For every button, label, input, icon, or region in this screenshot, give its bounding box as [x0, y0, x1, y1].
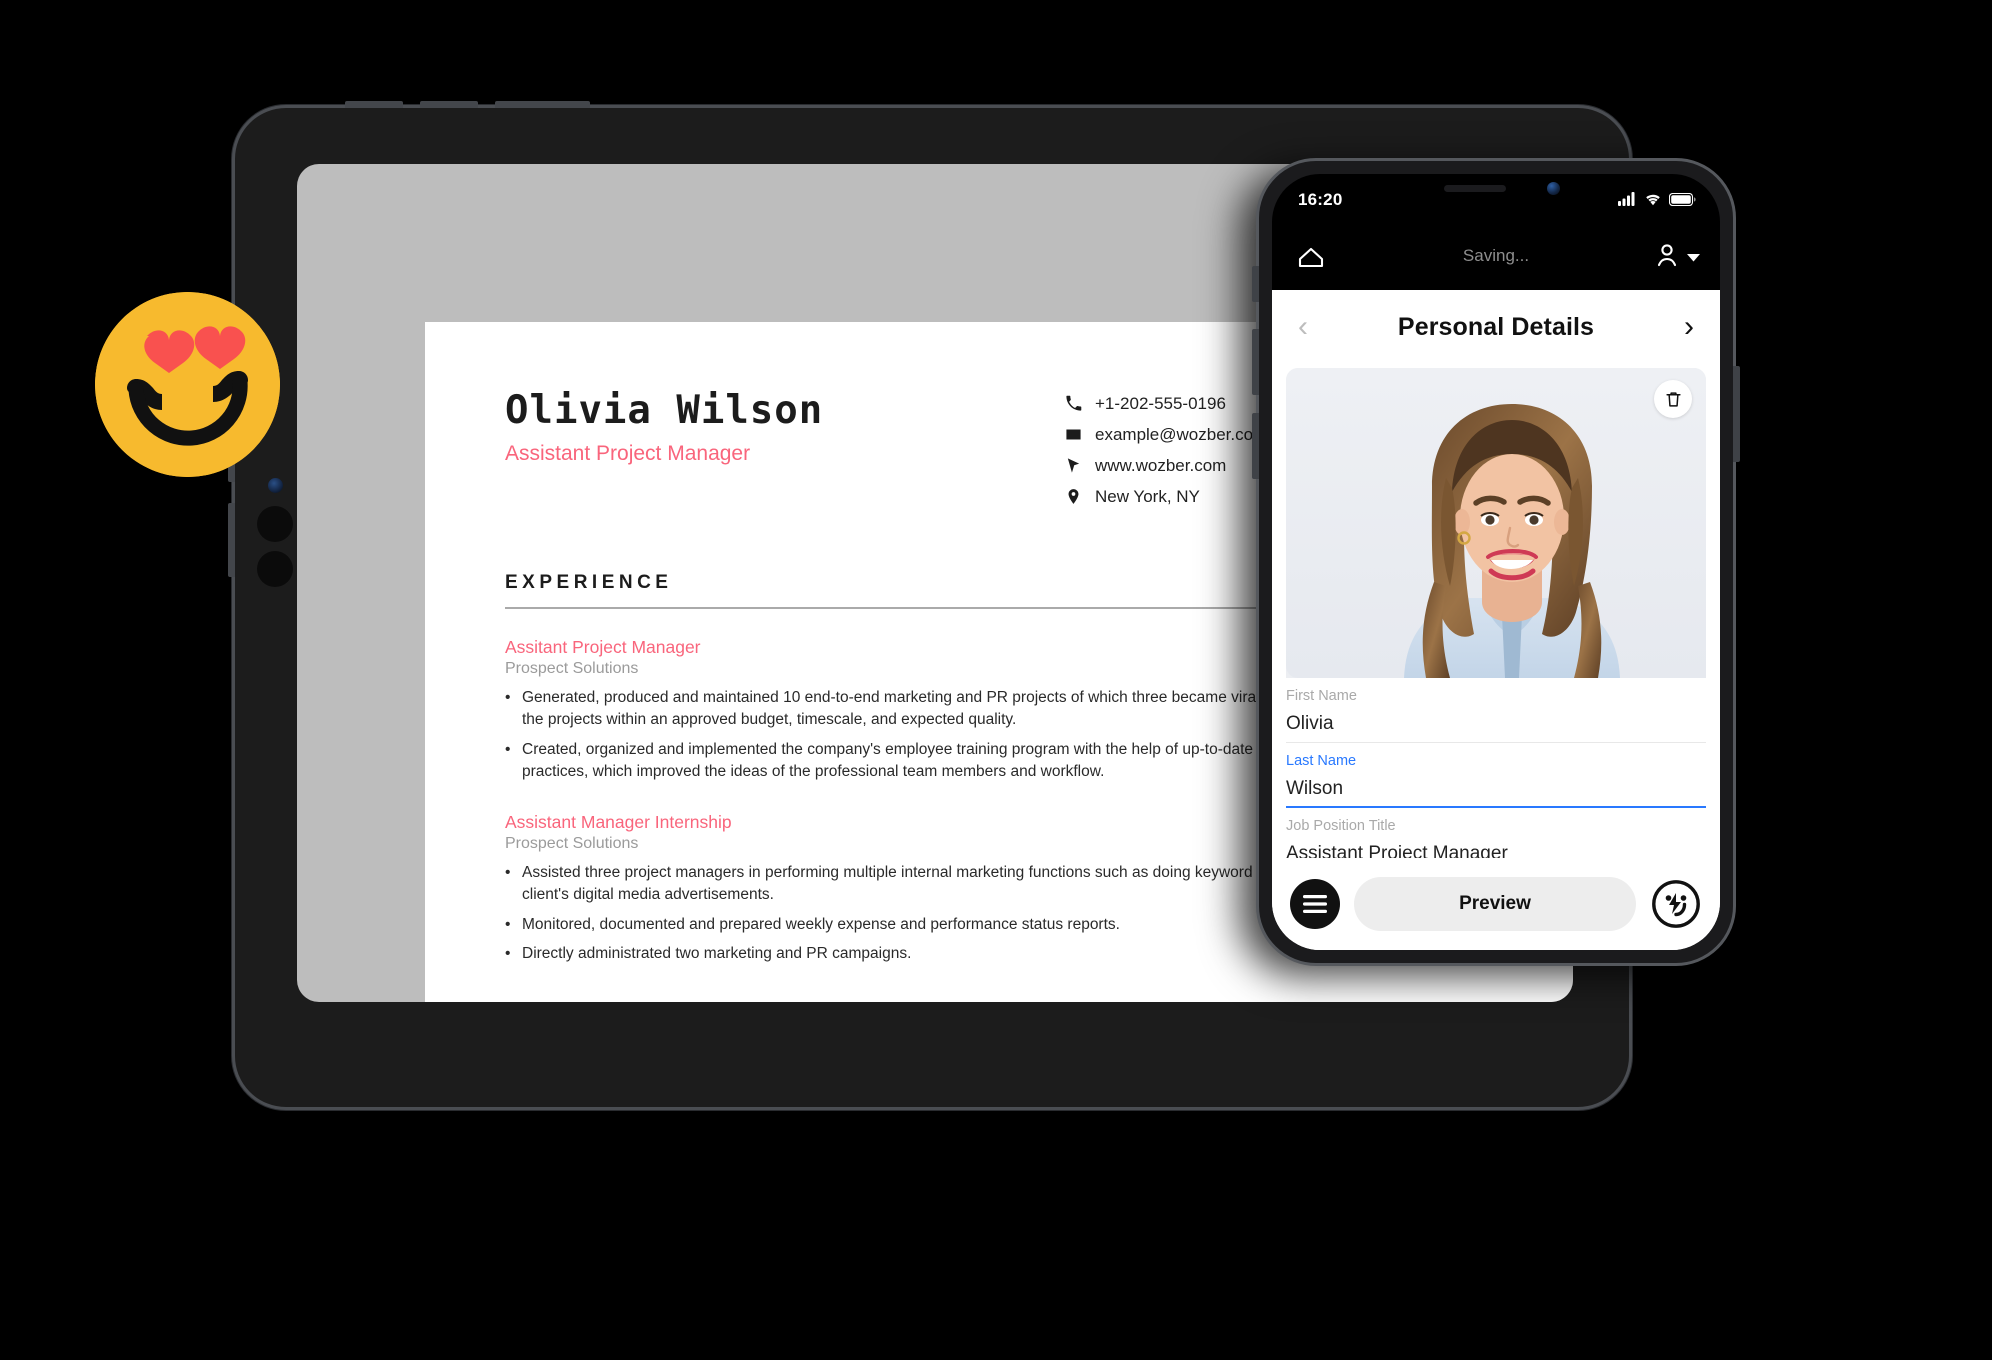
profile-photo-card[interactable]	[1286, 368, 1706, 678]
chevron-right-icon[interactable]: ›	[1684, 312, 1694, 342]
first-name-label: First Name	[1286, 688, 1357, 704]
saving-status-text: Saving...	[1462, 246, 1530, 265]
bullet-text: Generated, produced and maintained 10 en…	[522, 689, 1363, 729]
tablet-bezel-dot-2	[257, 551, 293, 587]
chevron-left-icon[interactable]: ‹	[1298, 312, 1308, 342]
hamburger-menu-icon[interactable]	[1290, 879, 1340, 929]
heart-eyes-smiley-icon	[95, 292, 280, 477]
last-name-value[interactable]: Wilson	[1286, 778, 1706, 800]
tablet-volume-down-button[interactable]	[228, 503, 235, 577]
first-name-value[interactable]: Olivia	[1286, 713, 1706, 735]
last-name-field[interactable]: Last Name Wilson	[1286, 743, 1706, 808]
smiley-lightning-icon[interactable]	[1650, 878, 1702, 930]
contact-email-value: example@wozber.com	[1095, 424, 1268, 444]
bullet-dot-icon: •	[505, 740, 511, 758]
contact-row-email: example@wozber.com	[1065, 421, 1267, 448]
bullet-dot-icon: •	[505, 945, 511, 963]
cellular-signal-icon	[1618, 192, 1637, 211]
first-name-field[interactable]: First Name Olivia	[1286, 678, 1706, 743]
bullet-text: Created, organized and implemented the c…	[522, 740, 1347, 781]
tablet-top-button-2[interactable]	[420, 101, 478, 108]
bottom-action-bar: Preview	[1272, 858, 1720, 950]
resume-name: Olivia Wilson	[505, 388, 824, 433]
page-header: ‹ Personal Details ›	[1272, 290, 1720, 364]
screenshot-stage: Olivia Wilson Assistant Project Manager …	[0, 0, 1992, 1360]
status-icons	[1618, 192, 1696, 211]
job-position-title-label: Job Position Title	[1286, 818, 1396, 834]
contact-row-phone: +1-202-555-0196	[1065, 390, 1267, 417]
person-icon	[1654, 241, 1680, 274]
phone-icon	[1065, 395, 1095, 412]
phone-power-button[interactable]	[1733, 366, 1740, 462]
page-title: Personal Details	[1397, 312, 1595, 341]
phone-volume-down-button[interactable]	[1252, 413, 1259, 479]
resume-identity: Olivia Wilson Assistant Project Manager	[505, 384, 1065, 466]
envelope-icon	[1065, 426, 1095, 443]
phone-screen: 16:20 Saving... ‹ Personal Details › Fir…	[1272, 174, 1720, 950]
personal-details-form: First Name Olivia Last Name Wilson Job P…	[1272, 678, 1720, 872]
phone-mute-switch[interactable]	[1252, 266, 1259, 302]
earpiece-speaker	[1444, 185, 1506, 192]
caret-down-icon	[1687, 249, 1700, 267]
status-time: 16:20	[1298, 190, 1343, 209]
profile-photo	[1286, 368, 1706, 678]
contact-website-value: www.wozber.com	[1095, 455, 1227, 475]
contact-row-website: www.wozber.com	[1065, 452, 1267, 479]
preview-button-label: Preview	[1459, 893, 1531, 914]
bullet-dot-icon: •	[505, 915, 511, 933]
wifi-icon	[1644, 192, 1662, 211]
phone-notch	[1398, 174, 1594, 204]
contact-row-location: New York, NY	[1065, 483, 1267, 510]
preview-button[interactable]: Preview	[1354, 877, 1636, 931]
bullet-dot-icon: •	[505, 863, 511, 881]
app-content: ‹ Personal Details › First Name Olivia L…	[1272, 290, 1720, 950]
bullet-text: Assisted three project managers in perfo…	[522, 863, 1349, 904]
contact-phone-value: +1-202-555-0196	[1095, 393, 1226, 413]
cursor-icon	[1065, 457, 1095, 474]
account-menu-button[interactable]	[1654, 241, 1700, 274]
front-camera-icon	[1547, 182, 1560, 195]
tablet-camera-icon	[268, 478, 283, 493]
app-bar: Saving...	[1272, 228, 1720, 290]
bullet-text: Monitored, documented and prepared weekl…	[522, 915, 1120, 933]
battery-icon	[1668, 192, 1696, 211]
bullet-dot-icon: •	[505, 689, 511, 706]
phone-device: 16:20 Saving... ‹ Personal Details › Fir…	[1252, 158, 1740, 966]
tablet-top-button-1[interactable]	[345, 101, 403, 108]
trash-icon[interactable]	[1654, 380, 1692, 418]
location-icon	[1065, 488, 1095, 505]
tablet-power-button[interactable]	[495, 101, 590, 108]
contact-location-value: New York, NY	[1095, 486, 1200, 506]
last-name-label: Last Name	[1286, 753, 1357, 769]
bullet-text: Directly administrated two marketing and…	[522, 945, 912, 963]
resume-job-title: Assistant Project Manager	[505, 442, 751, 465]
home-icon[interactable]	[1294, 240, 1328, 279]
tablet-bezel-dot-1	[257, 506, 293, 542]
phone-volume-up-button[interactable]	[1252, 329, 1259, 395]
resume-contact-list: +1-202-555-0196 example@wozber.com www.w…	[1065, 384, 1267, 514]
